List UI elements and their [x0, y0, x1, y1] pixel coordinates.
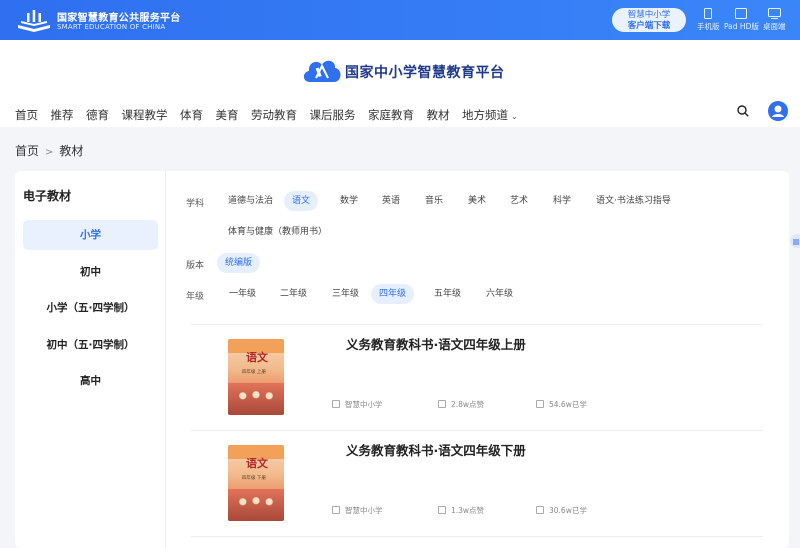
sidebar-item-senior[interactable]: 高中 — [23, 366, 158, 396]
floating-menu-tab[interactable] — [790, 234, 800, 248]
book-icon — [332, 400, 340, 408]
device-desktop-link[interactable]: 桌面端 — [763, 8, 786, 32]
book-cover[interactable]: 语文 四年级 上册 — [228, 339, 284, 415]
nav-item-arts[interactable]: 美育 — [216, 107, 239, 123]
subject-chip-calligraphy[interactable]: 语文·书法练习指导 — [588, 191, 679, 211]
book-learners: 30.6w已学 — [536, 505, 587, 516]
thumb-up-icon — [438, 400, 446, 408]
list-divider — [191, 536, 763, 537]
device-phone-label: 手机版 — [697, 22, 720, 31]
grade-chip-2[interactable]: 二年级 — [272, 284, 315, 304]
sidebar-item-primary[interactable]: 小学 — [23, 220, 158, 250]
user-icon — [772, 105, 784, 117]
breadcrumb: 首页 > 教材 — [15, 142, 83, 159]
book-learners: 54.6w已学 — [536, 399, 587, 410]
download-line2: 客户端下载 — [627, 21, 671, 31]
platform-name[interactable]: 国家智慧教育公共服务平台 — [57, 9, 181, 24]
menu-icon — [793, 239, 799, 245]
platform-name-en: SMART EDUCATION OF CHINA — [57, 23, 166, 31]
brand-title[interactable]: 国家中小学智慧教育平台 — [345, 62, 505, 82]
book-icon — [332, 506, 340, 514]
breadcrumb-separator: > — [45, 147, 54, 158]
cover-subtitle: 四年级 上册 — [242, 370, 266, 375]
study-icon — [536, 506, 544, 514]
thumb-up-icon — [438, 506, 446, 514]
list-item[interactable]: 语文 四年级 下册 义务教育教科书·语文四年级下册 智慧中小学 1.3w点赞 3… — [191, 431, 763, 537]
grade-chip-3[interactable]: 三年级 — [324, 284, 367, 304]
grade-chip-5[interactable]: 五年级 — [426, 284, 469, 304]
content-panel: 电子教材 小学 初中 小学（五·四学制） 初中（五·四学制） 高中 学科 道德与… — [15, 171, 789, 548]
book-publisher: 智慧中小学 — [332, 399, 383, 410]
subject-chip-chinese[interactable]: 语文 — [284, 191, 319, 211]
sidebar-item-junior[interactable]: 初中 — [23, 257, 158, 287]
subject-chip-music[interactable]: 音乐 — [417, 191, 451, 211]
nav-item-sports[interactable]: 体育 — [180, 107, 203, 123]
main-nav: 首页 推荐 德育 课程教学 体育 美育 劳动教育 课后服务 家庭教育 教材 地方频道 ⌄ — [15, 104, 530, 123]
learners-text: 30.6w已学 — [549, 506, 587, 515]
book-title[interactable]: 义务教育教科书·语文四年级下册 — [346, 440, 526, 459]
cover-title: 语文 — [246, 351, 268, 364]
platform-logo-icon[interactable] — [16, 7, 52, 33]
subject-chip-morality[interactable]: 道德与法治 — [220, 191, 281, 211]
device-desktop-label: 桌面端 — [763, 22, 786, 31]
study-icon — [536, 400, 544, 408]
subject-chip-art[interactable]: 艺术 — [502, 191, 536, 211]
tablet-icon — [735, 8, 748, 19]
subject-chip-pe-teacher[interactable]: 体育与健康（教师用书） — [220, 222, 335, 242]
nav-item-recommend[interactable]: 推荐 — [51, 107, 74, 123]
learners-text: 54.6w已学 — [549, 400, 587, 409]
subject-chip-math[interactable]: 数学 — [332, 191, 366, 211]
likes-text: 1.3w点赞 — [451, 506, 485, 515]
grade-chip-6[interactable]: 六年级 — [478, 284, 521, 304]
client-download-button[interactable]: 智慧中小学 客户端下载 — [612, 8, 686, 32]
brand-logo-icon[interactable] — [302, 54, 342, 86]
device-phone-link[interactable]: 手机版 — [697, 8, 720, 32]
nav-item-labor[interactable]: 劳动教育 — [251, 107, 297, 123]
grade-label: 年级 — [186, 292, 205, 302]
phone-icon — [704, 8, 713, 19]
download-line1: 智慧中小学 — [627, 10, 671, 20]
nav-item-course[interactable]: 课程教学 — [122, 107, 168, 123]
cover-title: 语文 — [246, 457, 268, 470]
device-pad-label: Pad HD版 — [724, 22, 759, 31]
breadcrumb-home[interactable]: 首页 — [15, 144, 39, 158]
nav-item-local-label: 地方频道 — [462, 108, 508, 122]
nav-item-home[interactable]: 首页 — [15, 107, 38, 123]
search-icon[interactable] — [737, 105, 749, 117]
nav-item-textbook[interactable]: 教材 — [427, 107, 450, 123]
list-item[interactable]: 语文 四年级 上册 义务教育教科书·语文四年级上册 智慧中小学 2.8w点赞 5… — [191, 325, 763, 431]
avatar[interactable] — [768, 101, 788, 121]
sidebar-item-primary-54[interactable]: 小学（五·四学制） — [23, 293, 158, 323]
nav-item-family[interactable]: 家庭教育 — [368, 107, 414, 123]
publisher-text: 智慧中小学 — [345, 400, 383, 409]
desktop-icon — [767, 8, 781, 19]
book-cover[interactable]: 语文 四年级 下册 — [228, 445, 284, 521]
top-bar: 国家智慧教育公共服务平台 SMART EDUCATION OF CHINA 智慧… — [0, 0, 800, 40]
book-title[interactable]: 义务教育教科书·语文四年级上册 — [346, 334, 526, 353]
nav-item-local[interactable]: 地方频道 ⌄ — [462, 107, 518, 123]
breadcrumb-current: 教材 — [59, 144, 84, 158]
likes-text: 2.8w点赞 — [451, 400, 485, 409]
book-publisher: 智慧中小学 — [332, 505, 383, 516]
header: 国家中小学智慧教育平台 首页 推荐 德育 课程教学 体育 美育 劳动教育 课后服务 家庭教育 教材… — [0, 40, 800, 127]
grade-chip-1[interactable]: 一年级 — [221, 284, 264, 304]
sidebar: 电子教材 小学 初中 小学（五·四学制） 初中（五·四学制） 高中 — [15, 171, 166, 548]
nav-item-moral[interactable]: 德育 — [86, 107, 109, 123]
sidebar-title: 电子教材 — [23, 189, 72, 203]
book-likes: 1.3w点赞 — [438, 505, 484, 516]
subject-label: 学科 — [186, 199, 205, 209]
edition-label: 版本 — [186, 261, 205, 271]
device-pad-link[interactable]: Pad HD版 — [724, 8, 759, 32]
grade-chip-4[interactable]: 四年级 — [371, 284, 415, 304]
edition-chip-tongbian[interactable]: 统编版 — [217, 253, 261, 273]
chevron-down-icon: ⌄ — [511, 112, 518, 121]
sidebar-item-junior-54[interactable]: 初中（五·四学制） — [23, 330, 158, 360]
subject-chip-fine-arts[interactable]: 美术 — [460, 191, 494, 211]
publisher-text: 智慧中小学 — [345, 506, 383, 515]
subject-chip-science[interactable]: 科学 — [545, 191, 579, 211]
cover-subtitle: 四年级 下册 — [242, 476, 266, 481]
nav-item-afterschool[interactable]: 课后服务 — [310, 107, 356, 123]
book-likes: 2.8w点赞 — [438, 399, 484, 410]
subject-chip-english[interactable]: 英语 — [374, 191, 408, 211]
